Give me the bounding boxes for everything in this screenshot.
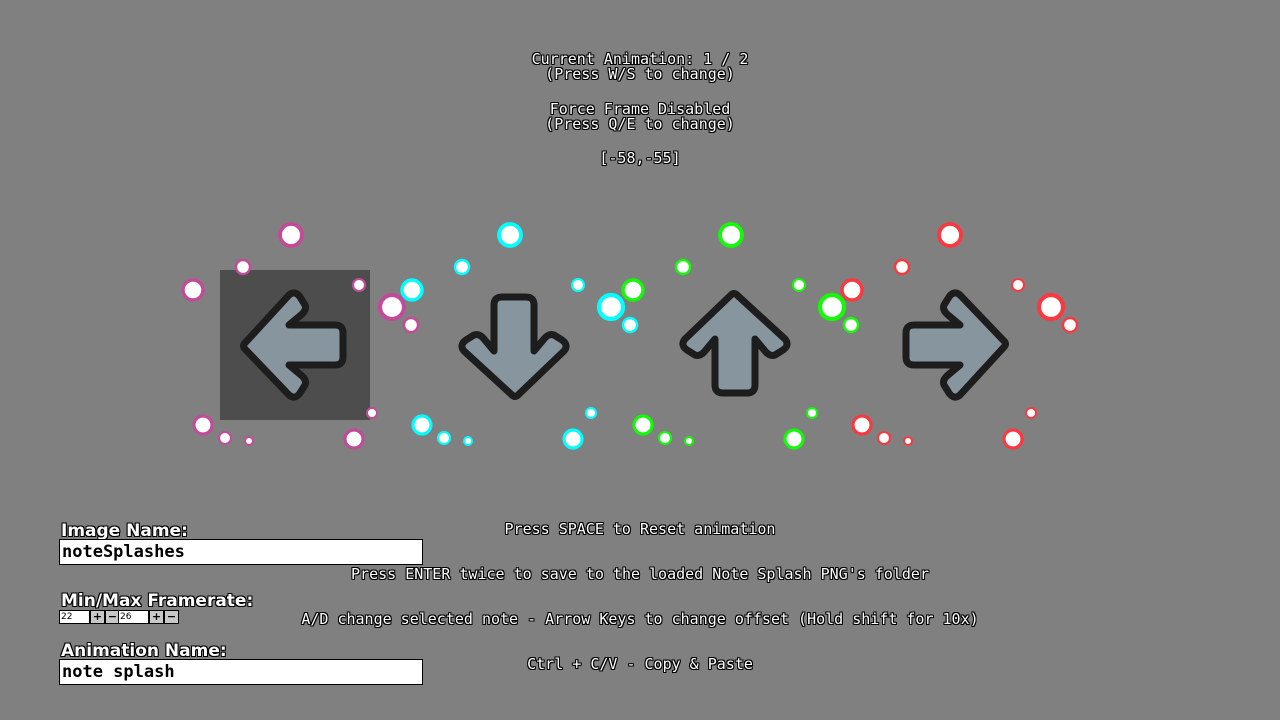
note-down[interactable] [400,222,639,450]
splash-particle [453,258,471,276]
splash-particle [463,436,473,446]
splash-particle [893,258,911,276]
min-framerate-stepper[interactable]: 22 + − [59,610,120,624]
splash-particle [585,407,597,419]
max-framerate-value[interactable]: 26 [118,610,149,624]
splash-particle [244,436,254,446]
save-hint: Press ENTER twice to save to the loaded … [351,565,929,583]
min-framerate-value[interactable]: 22 [59,610,90,624]
max-framerate-increase-button[interactable]: + [149,610,164,624]
splash-particle [674,258,692,276]
min-framerate-increase-button[interactable]: + [90,610,105,624]
splash-particle [402,316,420,334]
splash-particle [657,430,673,446]
note-up[interactable] [621,222,860,450]
splash-particle [343,428,365,450]
splash-particle [1002,428,1024,450]
reset-hint: Press SPACE to Reset animation [504,520,776,538]
splash-particle [791,277,807,293]
arrow-up-icon [679,290,791,397]
splash-particle [621,278,645,302]
splash-particle [1036,292,1066,322]
splash-particle [497,222,523,248]
splash-particle [436,430,452,446]
note-splash-preview [181,222,1079,450]
max-framerate-stepper[interactable]: 26 + − [118,610,179,624]
arrow-right-icon [902,289,1009,401]
splash-particle [842,316,860,334]
splash-particle [718,222,744,248]
splash-particle [411,414,433,436]
splash-particle [366,407,378,419]
splash-particle [1061,316,1079,334]
splash-particle [851,414,873,436]
splash-particle [596,292,626,322]
splash-particle [351,277,367,293]
image-name-input[interactable] [59,539,423,565]
splash-particle [783,428,805,450]
splash-particle [1025,407,1037,419]
splash-particle [876,430,892,446]
animation-name-input[interactable] [59,659,423,685]
note-right[interactable] [840,222,1079,450]
splash-particle [570,277,586,293]
animation-name-label: Animation Name: [61,641,227,661]
splash-particle [562,428,584,450]
splash-particle [840,278,864,302]
splash-particle [400,278,424,302]
splash-particle [217,430,233,446]
controls-hint: A/D change selected note - Arrow Keys to… [301,610,979,628]
splash-particle [181,278,205,302]
splash-particle [234,258,252,276]
splash-particle [632,414,654,436]
splash-particle [806,407,818,419]
splash-particle [817,292,847,322]
framerate-label: Min/Max Framerate: [61,591,254,611]
splash-particle [684,436,694,446]
max-framerate-decrease-button[interactable]: − [164,610,179,624]
splash-particle [377,292,407,322]
splash-particle [621,316,639,334]
splash-particle [903,436,913,446]
splash-particle [192,414,214,436]
splash-particle [278,222,304,248]
splash-particle [1010,277,1026,293]
image-name-label: Image Name: [61,521,188,541]
arrow-down-icon [458,293,570,400]
splash-particle [937,222,963,248]
